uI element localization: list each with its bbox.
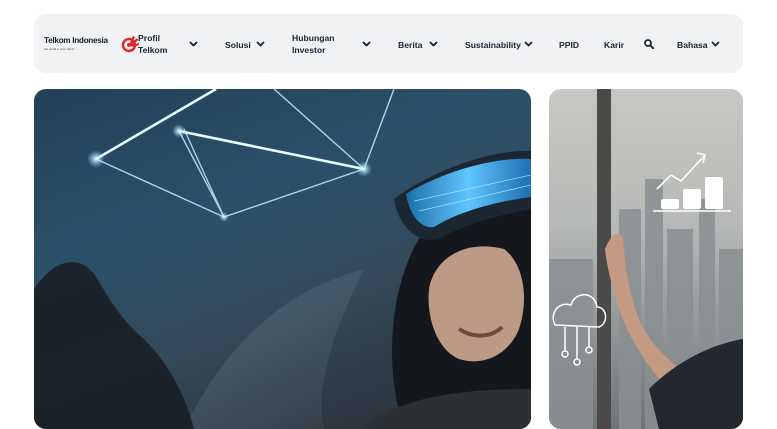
chevron-down-icon[interactable]: [189, 41, 198, 47]
nav-item-berita[interactable]: Berita: [398, 39, 422, 51]
chevron-down-icon[interactable]: [362, 41, 371, 47]
hero-side-illustration: [549, 89, 743, 429]
logo-wordmark: Telkom Indonesia: [44, 36, 108, 45]
chevron-down-icon[interactable]: [711, 41, 720, 47]
logo-tagline: the world in your hand: [44, 47, 74, 51]
nav-label: Sustainability: [465, 40, 521, 50]
telkom-logo[interactable]: Telkom Indonesia the world in your hand: [44, 33, 140, 55]
chevron-down-icon[interactable]: [429, 41, 438, 47]
nav-label: Telkom: [138, 45, 168, 55]
language-selector[interactable]: Bahasa: [677, 39, 708, 51]
hero-main-banner[interactable]: [34, 89, 531, 429]
nav-label: PPID: [559, 40, 580, 50]
search-icon[interactable]: [644, 39, 654, 49]
nav-label: Berita: [398, 40, 423, 50]
nav-item-hubungan-investor[interactable]: Hubungan Investor: [292, 32, 334, 56]
hero-side-banner[interactable]: [549, 89, 743, 429]
nav-item-sustainability[interactable]: Sustainability: [465, 39, 521, 51]
nav-label: Solusi: [225, 40, 251, 50]
telkom-hand-icon: [121, 36, 139, 53]
chevron-down-icon[interactable]: [256, 41, 265, 47]
nav-item-solusi[interactable]: Solusi: [225, 39, 251, 51]
nav-item-karir[interactable]: Karir: [604, 39, 624, 51]
nav-label: Karir: [604, 40, 625, 50]
language-label: Bahasa: [677, 40, 708, 50]
nav-item-ppid[interactable]: PPID: [559, 39, 579, 51]
nav-label: Investor: [292, 45, 326, 55]
hero-main-illustration: [34, 89, 531, 429]
nav-item-profil-telkom[interactable]: Profil Telkom: [138, 32, 167, 56]
top-navbar: Telkom Indonesia the world in your hand …: [34, 14, 743, 73]
nav-label: Hubungan: [292, 33, 335, 43]
nav-label: Profil: [138, 33, 160, 43]
chevron-down-icon[interactable]: [524, 41, 533, 47]
